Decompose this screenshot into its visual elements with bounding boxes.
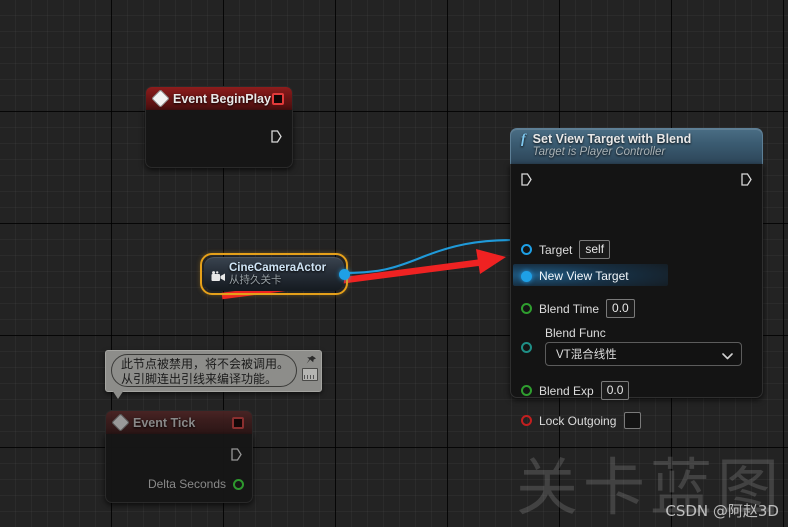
node-cine-camera-actor[interactable]: CineCameraActor 从持久关卡 <box>200 253 350 295</box>
watermark-credit: CSDN @阿赵3D <box>665 502 779 520</box>
node-event-begin-play[interactable]: Event BeginPlay <box>145 86 293 168</box>
float-input-pin[interactable] <box>521 385 532 396</box>
comment-bubble-text-area: 此节点被禁用，将不会被调用。 从引脚连出引线来编译功能。 <box>111 354 297 387</box>
node-body <box>145 110 293 168</box>
object-input-pin[interactable] <box>521 244 532 255</box>
lock-outgoing-checkbox[interactable] <box>624 412 642 429</box>
node-header[interactable]: Event Tick <box>105 410 253 434</box>
pin-label: Blend Time <box>539 301 600 316</box>
node-event-tick[interactable]: Event Tick Delta Seconds <box>105 410 253 503</box>
delegate-output-pin[interactable] <box>272 92 284 105</box>
camera-icon <box>211 269 226 281</box>
blend-func-pin[interactable] <box>521 342 532 353</box>
pin-label: Blend Exp <box>539 383 594 398</box>
float-input-pin[interactable] <box>521 303 532 314</box>
pin-label: Delta Seconds <box>147 477 226 491</box>
blend-exp-value-field[interactable]: 0.0 <box>600 381 630 400</box>
target-value-field[interactable]: self <box>579 240 611 259</box>
node-header[interactable]: Event BeginPlay <box>145 86 293 110</box>
blend-func-dropdown[interactable]: VT混合线性 <box>545 342 742 366</box>
bool-input-pin[interactable] <box>521 415 532 426</box>
node-body: Target self New View Target Blend Time 0… <box>510 164 763 429</box>
node-header[interactable]: f Set View Target with Blend Target is P… <box>510 128 763 164</box>
object-output-pin[interactable] <box>339 269 350 280</box>
exec-output-pin[interactable] <box>271 130 282 143</box>
node-title: Event Tick <box>133 415 196 430</box>
exec-output-pin[interactable] <box>741 173 752 186</box>
exec-arrow-icon <box>741 173 752 186</box>
delegate-output-pin[interactable] <box>232 416 244 429</box>
function-f-icon: f <box>521 132 526 147</box>
pin-row-new-view-target[interactable]: New View Target <box>521 269 629 283</box>
exec-arrow-icon <box>271 130 282 143</box>
comment-line-1: 此节点被禁用，将不会被调用。 <box>121 357 290 371</box>
exec-arrow-icon <box>521 173 532 186</box>
comment-detail-icon <box>302 368 318 381</box>
event-diamond-icon <box>111 413 130 432</box>
float-output-pin[interactable] <box>233 478 244 490</box>
comment-line-2: 从引脚连出引线来编译功能。 <box>121 372 278 386</box>
comment-bubble[interactable]: 此节点被禁用，将不会被调用。 从引脚连出引线来编译功能。 <box>105 350 322 399</box>
blend-func-label: Blend Func <box>545 326 606 340</box>
pin-row-delta-seconds[interactable]: Delta Seconds <box>148 477 244 491</box>
chevron-down-icon <box>722 351 733 359</box>
node-selection-border: CineCameraActor 从持久关卡 <box>200 253 350 295</box>
blueprint-graph-canvas[interactable]: Event BeginPlay CineCameraActor 从持久关卡 f … <box>0 0 788 527</box>
pin-label: Lock Outgoing <box>539 413 617 428</box>
enum-input-pin[interactable] <box>521 342 532 353</box>
node-body[interactable]: CineCameraActor 从持久关卡 <box>204 257 350 291</box>
pin-row-target[interactable]: Target self <box>521 240 611 259</box>
event-diamond-icon <box>151 89 170 108</box>
pin-label: New View Target <box>539 269 629 283</box>
node-body: Delta Seconds <box>105 434 253 503</box>
object-input-pin[interactable] <box>521 270 532 282</box>
node-subtitle: 从持久关卡 <box>229 273 282 286</box>
blend-time-value-field[interactable]: 0.0 <box>606 299 635 318</box>
node-set-view-target-with-blend[interactable]: f Set View Target with Blend Target is P… <box>510 128 763 429</box>
wire-cinecamera-to-new-view-target <box>341 238 514 275</box>
comment-bubble-tail <box>112 390 124 399</box>
node-title: CineCameraActor <box>229 262 327 275</box>
pushpin-icon[interactable] <box>305 354 317 366</box>
node-title: Set View Target with Blend <box>532 132 692 146</box>
pin-label: Target <box>539 242 573 257</box>
exec-arrow-icon <box>231 448 242 461</box>
pin-row-blend-time[interactable]: Blend Time 0.0 <box>521 299 635 318</box>
node-title: Event BeginPlay <box>173 91 271 106</box>
pin-row-lock-outgoing[interactable]: Lock Outgoing <box>521 412 642 429</box>
blend-func-selected-value: VT混合线性 <box>556 349 617 361</box>
pin-row-blend-exp[interactable]: Blend Exp 0.0 <box>521 381 630 400</box>
exec-input-pin[interactable] <box>521 173 532 186</box>
exec-output-pin[interactable] <box>231 448 242 461</box>
node-subtitle: Target is Player Controller <box>532 146 666 158</box>
